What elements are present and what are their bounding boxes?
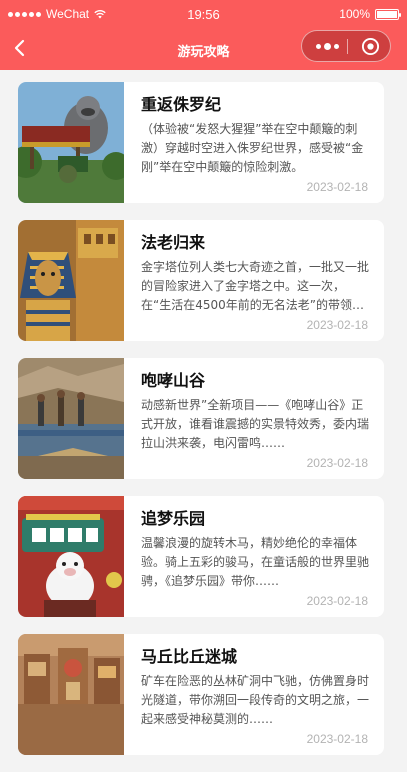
target-circle-icon[interactable] <box>361 37 380 56</box>
status-bar: WeChat 19:56 100% <box>0 0 407 28</box>
article-date: 2023-02-18 <box>306 732 368 746</box>
article-card[interactable]: 重返侏罗纪 （体验被“发怒大猩猩”举在空中颠簸的刺激）穿越时空进入侏罗纪世界，感… <box>18 82 384 203</box>
status-right: 100% <box>339 7 401 21</box>
nav-bar: 游玩攻略 <box>0 28 407 70</box>
article-date: 2023-02-18 <box>306 318 368 332</box>
article-card[interactable]: 追梦乐园 温馨浪漫的旋转木马，精妙绝伦的幸福体验。骑上五彩的骏马，在童话般的世界… <box>18 496 384 617</box>
article-title: 马丘比丘迷城 <box>141 647 238 666</box>
battery-icon <box>375 8 401 20</box>
battery-percent: 100% <box>339 7 370 21</box>
article-date: 2023-02-18 <box>306 594 368 608</box>
article-title: 重返侏罗纪 <box>141 95 222 114</box>
article-desc: 金字塔位列人类七大奇迹之首，一批又一批的冒险家进入了金字塔之中。这一次，在“生活… <box>141 260 370 312</box>
mini-program-capsule <box>301 30 391 62</box>
article-card[interactable]: 马丘比丘迷城 矿车在险恶的丛林矿洞中飞驰，仿佛置身时光隧道，带你溯回一段传奇的文… <box>18 634 384 755</box>
article-date: 2023-02-18 <box>306 180 368 194</box>
article-thumbnail <box>18 496 124 617</box>
article-card[interactable]: 法老归来 金字塔位列人类七大奇迹之首，一批又一批的冒险家进入了金字塔之中。这一次… <box>18 220 384 341</box>
article-thumbnail <box>18 220 124 341</box>
capsule-divider <box>347 39 348 54</box>
more-dots-icon[interactable] <box>312 39 342 53</box>
article-thumbnail <box>18 358 124 479</box>
article-list: 重返侏罗纪 （体验被“发怒大猩猩”举在空中颠簸的刺激）穿越时空进入侏罗纪世界，感… <box>18 82 384 772</box>
article-desc: 矿车在险恶的丛林矿洞中飞驰，仿佛置身时光隧道，带你溯回一段传奇的文明之旅，一起来… <box>141 674 370 726</box>
article-title: 咆哮山谷 <box>141 371 206 390</box>
article-desc: 温馨浪漫的旋转木马，精妙绝伦的幸福体验。骑上五彩的骏马，在童话般的世界里驰骋，《… <box>141 536 370 588</box>
article-title: 法老归来 <box>141 233 206 252</box>
article-thumbnail <box>18 634 124 755</box>
article-desc: 动感新世界”全新项目——《咆哮山谷》正式开放，谁看谁震撼的实景特效秀，委内瑞拉山… <box>141 398 370 450</box>
article-date: 2023-02-18 <box>306 456 368 470</box>
article-title: 追梦乐园 <box>141 509 206 528</box>
article-desc: （体验被“发怒大猩猩”举在空中颠簸的刺激）穿越时空进入侏罗纪世界，感受被“金刚”… <box>141 122 364 174</box>
article-card[interactable]: 咆哮山谷 动感新世界”全新项目——《咆哮山谷》正式开放，谁看谁震撼的实景特效秀，… <box>18 358 384 479</box>
article-thumbnail <box>18 82 124 203</box>
